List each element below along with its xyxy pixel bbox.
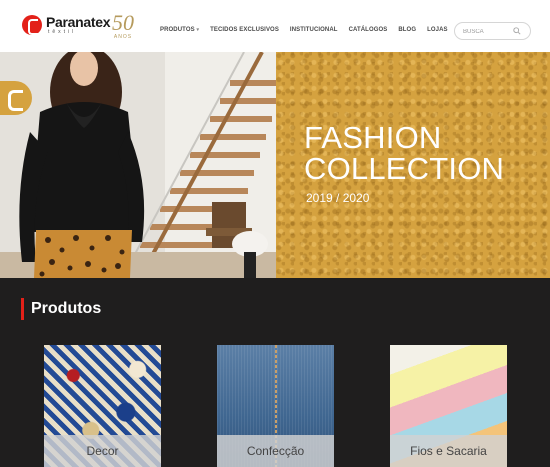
anniversary-badge: 50 ANOS [106, 12, 140, 42]
product-card-label: Decor [44, 435, 161, 467]
anniversary-number: 50 [112, 10, 134, 35]
paranatex-logo[interactable]: Paranatex têxtil [22, 14, 111, 35]
nav-catalogos[interactable]: CATÁLOGOS [349, 27, 388, 33]
product-card-decor[interactable]: Decor [44, 345, 161, 467]
hero-scene-illustration [0, 52, 276, 278]
product-card-label: Confecção [217, 435, 334, 467]
hero-model-image [0, 52, 276, 278]
nav-institucional[interactable]: INSTITUCIONAL [290, 27, 338, 33]
brand-sub: têxtil [48, 29, 77, 35]
search-icon[interactable] [513, 27, 521, 35]
nav-lojas[interactable]: LOJAS [427, 27, 448, 33]
brand-name: Paranatex [46, 14, 111, 30]
site-header: Paranatex têxtil 50 ANOS PRODUTOS ▾ TECI… [0, 0, 550, 52]
product-card-fios-sacaria[interactable]: Fios e Sacaria [390, 345, 507, 467]
product-card-label: Fios e Sacaria [390, 435, 507, 467]
section-accent-bar [21, 298, 24, 320]
search-box [454, 22, 531, 40]
chevron-down-icon: ▾ [196, 27, 200, 33]
nav-produtos[interactable]: PRODUTOS ▾ [160, 27, 199, 33]
product-card-confeccao[interactable]: Confecção [217, 345, 334, 467]
section-title: Produtos [31, 300, 102, 317]
nav-tecidos-exclusivos[interactable]: TECIDOS EXCLUSIVOS [210, 27, 279, 33]
paranatex-logo-icon [22, 15, 42, 35]
main-nav: PRODUTOS ▾ TECIDOS EXCLUSIVOS INSTITUCIO… [160, 27, 459, 33]
hero-leopard-panel: FASHION COLLECTION 2019 / 2020 [276, 52, 550, 278]
hero-subtitle: 2019 / 2020 [306, 191, 370, 205]
search-input[interactable] [463, 26, 515, 37]
hero-banner[interactable]: FASHION COLLECTION 2019 / 2020 [0, 52, 550, 278]
hero-title: FASHION COLLECTION [304, 120, 505, 186]
products-section: Produtos Decor Confecção Fios e Sacaria [0, 278, 550, 467]
nav-blog[interactable]: BLOG [398, 27, 416, 33]
